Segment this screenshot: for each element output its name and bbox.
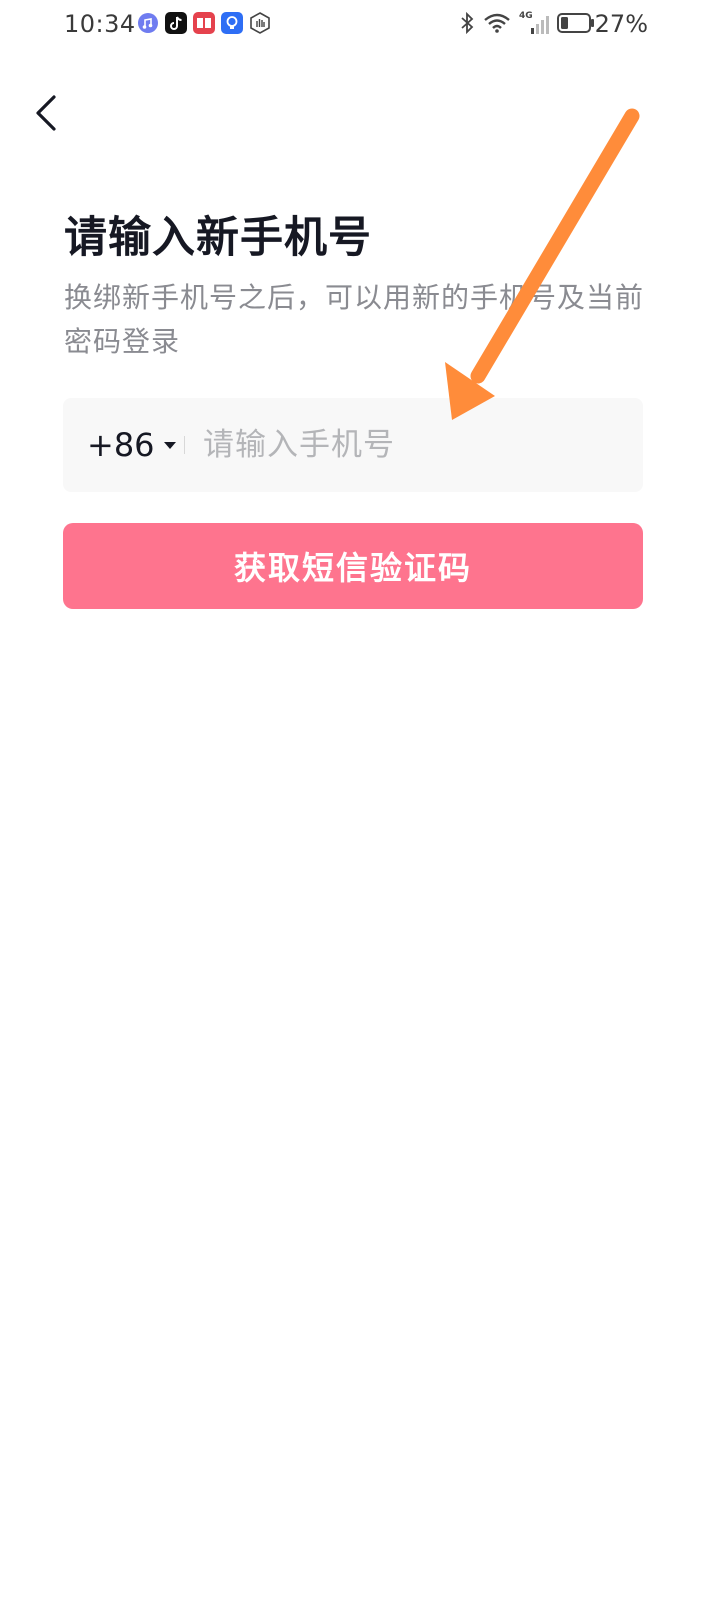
phone-number-input[interactable] [203,398,623,492]
get-sms-code-button[interactable]: 获取短信验证码 [63,523,643,609]
system-icons: 4G [459,11,595,39]
page-subtitle: 换绑新手机号之后，可以用新的手机号及当前密码登录 [64,281,645,358]
bluetooth-icon [459,11,475,39]
wifi-icon [483,12,511,38]
status-time: 10:34 [64,10,136,38]
phone-input-box: +86 [63,398,643,492]
hand-app-icon [249,12,271,34]
status-bar: 10:34 4G 27% [0,0,720,50]
caret-down-icon [163,442,176,449]
tiktok-app-icon [165,12,187,34]
country-code-label: +86 [87,426,155,464]
battery-percent: 27% [594,10,648,38]
input-divider [184,436,185,454]
country-code-selector[interactable]: +86 [87,398,177,492]
bulb-app-icon [221,12,243,34]
music-app-icon [137,12,159,34]
page-title: 请输入新手机号 [64,213,372,263]
reader-app-icon [193,12,215,34]
chevron-left-icon [36,95,56,131]
notification-icons [137,12,271,34]
back-button[interactable] [22,88,72,138]
cellular-signal-icon: 4G [519,11,549,37]
battery-icon [557,12,595,38]
